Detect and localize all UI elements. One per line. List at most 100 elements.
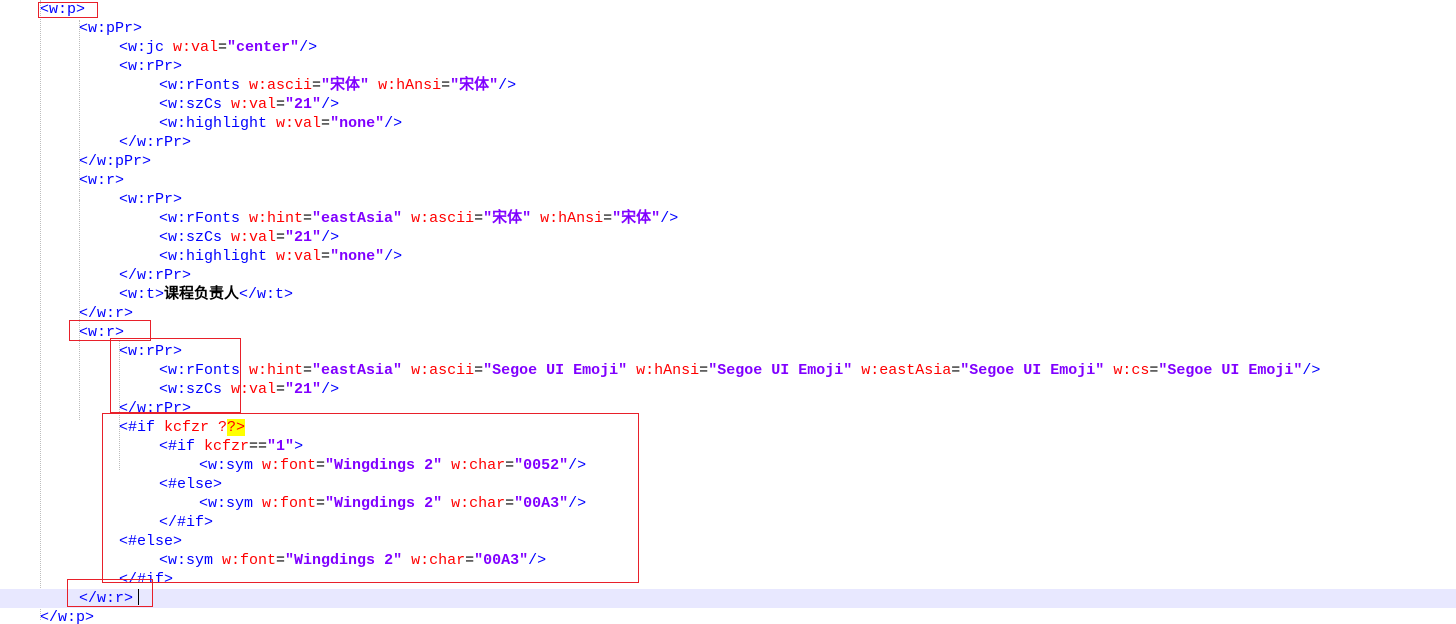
code-token: />: [498, 77, 517, 94]
code-line[interactable]: <w:jc w:val="center"/>: [0, 38, 1456, 57]
code-line[interactable]: </#if>: [0, 570, 1456, 589]
code-token: </w:rPr>: [119, 400, 192, 417]
code-token: "1": [267, 438, 295, 455]
code-token: "宋体": [450, 77, 499, 94]
code-line[interactable]: <#if kcfzr=="1">: [0, 437, 1456, 456]
code-token: =: [465, 552, 475, 569]
code-line[interactable]: </w:p>: [0, 608, 1456, 624]
code-token: =: [321, 248, 331, 265]
code-line[interactable]: <w:pPr>: [0, 19, 1456, 38]
code-token: "00A3": [514, 495, 569, 512]
code-line[interactable]: </#if>: [0, 513, 1456, 532]
code-token: />: [321, 229, 340, 246]
code-line[interactable]: </w:r>: [0, 304, 1456, 323]
code-line[interactable]: </w:rPr>: [0, 266, 1456, 285]
code-token: <w:szCs: [159, 381, 232, 398]
xml-editor[interactable]: <w:p> <w:pPr> <w:jc w:val="center"/> <w:rPr…: [0, 0, 1456, 624]
code-line[interactable]: <w:sym w:font="Wingdings 2" w:char="00A3…: [0, 494, 1456, 513]
code-line[interactable]: <w:rFonts w:ascii="宋体" w:hAnsi="宋体"/>: [0, 76, 1456, 95]
code-token: w:font: [262, 495, 317, 512]
code-token: </#if>: [159, 514, 214, 531]
code-token: =: [505, 495, 515, 512]
code-token: =: [951, 362, 961, 379]
code-token: w:hAnsi: [378, 77, 442, 94]
code-line[interactable]: <w:szCs w:val="21"/>: [0, 380, 1456, 399]
code-token: w:ascii: [249, 77, 313, 94]
code-token: />: [1302, 362, 1321, 379]
code-line[interactable]: <w:rFonts w:hint="eastAsia" w:ascii="宋体"…: [0, 209, 1456, 228]
code-token: =: [316, 495, 326, 512]
code-token: <w:rFonts: [159, 362, 250, 379]
code-token: =: [276, 552, 286, 569]
code-token: </w:t>: [239, 286, 294, 303]
code-token: </w:r>: [79, 590, 134, 607]
code-token: =: [218, 39, 228, 56]
code-token: =: [303, 210, 313, 227]
code-token: =: [276, 96, 286, 113]
code-token: <w:rFonts: [159, 210, 250, 227]
code-token: "none": [330, 248, 385, 265]
code-token: />: [384, 248, 403, 265]
code-token: =: [1149, 362, 1159, 379]
code-token: "21": [285, 229, 322, 246]
code-line[interactable]: <w:sym w:font="Wingdings 2" w:char="00A3…: [0, 551, 1456, 570]
code-token: <w:sym: [199, 457, 263, 474]
code-token: <w:t>: [119, 286, 165, 303]
code-line[interactable]: <#else>: [0, 475, 1456, 494]
code-token: </w:pPr>: [79, 153, 152, 170]
code-token: "Wingdings 2": [285, 552, 403, 569]
code-token: <w:r>: [79, 172, 125, 189]
code-token: w:val: [173, 39, 219, 56]
code-line[interactable]: <#if kcfzr ??>: [0, 418, 1456, 437]
code-line[interactable]: <w:p>: [0, 0, 1456, 19]
code-line[interactable]: <w:rPr>: [0, 342, 1456, 361]
code-token: "宋体": [612, 210, 661, 227]
code-token: 课程负责人: [164, 286, 240, 303]
code-line[interactable]: <w:szCs w:val="21"/>: [0, 228, 1456, 247]
code-token: />: [660, 210, 679, 227]
code-line[interactable]: <w:rPr>: [0, 57, 1456, 76]
code-token: "center": [227, 39, 300, 56]
code-token: w:ascii: [411, 362, 475, 379]
code-line[interactable]: <w:sym w:font="Wingdings 2" w:char="0052…: [0, 456, 1456, 475]
code-token: <#if: [119, 419, 165, 436]
code-token: <w:pPr>: [79, 20, 143, 37]
code-token: =: [321, 115, 331, 132]
code-token: <#else>: [119, 533, 183, 550]
code-line[interactable]: </w:pPr>: [0, 152, 1456, 171]
code-token: <w:p>: [40, 1, 86, 18]
code-token: w:ascii: [411, 210, 475, 227]
code-line[interactable]: <w:highlight w:val="none"/>: [0, 114, 1456, 133]
code-token: w:hAnsi: [636, 362, 700, 379]
code-token: "宋体": [321, 77, 370, 94]
code-token: "00A3": [474, 552, 529, 569]
code-token: w:hAnsi: [540, 210, 604, 227]
code-line[interactable]: </w:r>: [0, 589, 1456, 608]
code-token: />: [321, 96, 340, 113]
code-token: w:val: [276, 115, 322, 132]
code-token: <w:sym: [159, 552, 223, 569]
code-line[interactable]: </w:rPr>: [0, 133, 1456, 152]
code-token: <w:highlight: [159, 248, 277, 265]
code-token: w:cs: [1113, 362, 1150, 379]
code-token: "21": [285, 381, 322, 398]
code-line[interactable]: <#else>: [0, 532, 1456, 551]
code-token: <w:szCs: [159, 96, 232, 113]
code-token: w:hint: [249, 362, 304, 379]
code-token: <w:sym: [199, 495, 263, 512]
code-line[interactable]: <w:szCs w:val="21"/>: [0, 95, 1456, 114]
code-line[interactable]: <w:highlight w:val="none"/>: [0, 247, 1456, 266]
code-token: "eastAsia": [312, 362, 403, 379]
code-line[interactable]: <w:rFonts w:hint="eastAsia" w:ascii="Seg…: [0, 361, 1456, 380]
code-line[interactable]: </w:rPr>: [0, 399, 1456, 418]
code-line[interactable]: <w:r>: [0, 171, 1456, 190]
code-line[interactable]: <w:rPr>: [0, 190, 1456, 209]
code-line[interactable]: <w:r>: [0, 323, 1456, 342]
code-line[interactable]: <w:t>课程负责人</w:t>: [0, 285, 1456, 304]
code-token: =: [276, 381, 286, 398]
code-token: <w:szCs: [159, 229, 232, 246]
